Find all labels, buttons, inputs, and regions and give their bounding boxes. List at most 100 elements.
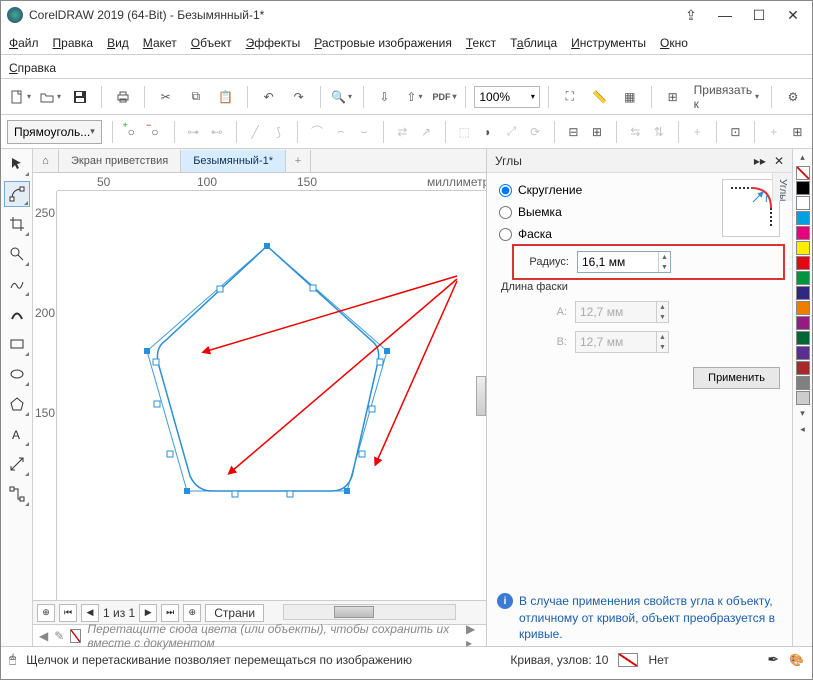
document-palette[interactable]: ◀ ✎ Перетащите сюда цвета (или объекты),… — [33, 624, 486, 646]
page-prev-button[interactable]: ◀ — [81, 604, 99, 622]
reflect-h-icon[interactable]: ⇆ — [626, 120, 644, 144]
extend-icon[interactable]: ↗ — [417, 120, 435, 144]
radio-scallop[interactable] — [499, 206, 512, 219]
color-swatch-6[interactable] — [796, 271, 810, 285]
page-add2-button[interactable]: ⊕ — [183, 604, 201, 622]
new-button[interactable] — [7, 84, 33, 110]
shape-tool[interactable] — [4, 181, 30, 207]
apply-button[interactable]: Применить — [693, 367, 780, 389]
menu-view[interactable]: Вид — [107, 36, 129, 50]
node-delete-icon[interactable]: ○− — [146, 120, 164, 144]
docker-close-icon[interactable]: ✕ — [774, 154, 784, 168]
menu-table[interactable]: Таблица — [510, 36, 557, 50]
cusp-icon[interactable]: ⌒ — [308, 120, 326, 144]
canvas-scroll-handle[interactable] — [476, 376, 486, 416]
drawing-canvas[interactable] — [57, 191, 486, 600]
ruler-vertical[interactable]: 250 200 150 — [33, 191, 57, 600]
menu-effects[interactable]: Эффекты — [246, 36, 301, 50]
color-swatch-8[interactable] — [796, 301, 810, 315]
to-curve-icon[interactable]: ⟆ — [270, 120, 288, 144]
maximize-button[interactable]: ☐ — [746, 6, 772, 24]
artistic-media-tool[interactable] — [4, 301, 30, 327]
color-swatch-0[interactable] — [796, 181, 810, 195]
page-first-button[interactable]: ⏮ — [59, 604, 77, 622]
tab-add[interactable]: + — [286, 150, 311, 172]
undo-button[interactable]: ↶ — [256, 84, 282, 110]
menu-file[interactable]: Файл — [9, 36, 39, 50]
palette-up-icon[interactable]: ▴ — [800, 149, 805, 165]
radio-fillet[interactable] — [499, 184, 512, 197]
stretch-icon[interactable]: ⤢ — [503, 120, 521, 144]
color-swatch-13[interactable] — [796, 376, 810, 390]
cloud-icon[interactable]: ⇪ — [678, 6, 704, 24]
color-swatch-4[interactable] — [796, 241, 810, 255]
cut-button[interactable]: ✂ — [153, 84, 179, 110]
close-button[interactable]: ✕ — [780, 6, 806, 24]
tab-home-icon[interactable]: ⌂ — [33, 150, 59, 172]
ruler-horizontal[interactable]: 50 100 150 миллиметры — [57, 173, 486, 191]
page-tab-1[interactable]: Страни — [205, 604, 264, 622]
extract-icon[interactable]: ⬚ — [456, 120, 474, 144]
status-outline-icon[interactable]: ✒ — [767, 651, 779, 668]
page-last-button[interactable]: ⏭ — [161, 604, 179, 622]
menu-window[interactable]: Окно — [660, 36, 688, 50]
color-swatch-5[interactable] — [796, 256, 810, 270]
page-add-button[interactable]: ⊕ — [37, 604, 55, 622]
reverse-icon[interactable]: ⇄ — [394, 120, 412, 144]
tab-document[interactable]: Безымянный-1* — [181, 150, 286, 172]
palette-flyout-icon[interactable]: ◂ — [800, 421, 805, 437]
color-swatch-9[interactable] — [796, 316, 810, 330]
symm-icon[interactable]: ⌣ — [355, 120, 373, 144]
status-palette-icon[interactable]: 🎨 — [789, 653, 804, 667]
minimize-button[interactable]: — — [712, 6, 738, 24]
reflect-v-icon[interactable]: ⇅ — [650, 120, 668, 144]
page-next-button[interactable]: ▶ — [139, 604, 157, 622]
smooth-icon[interactable]: ⌢ — [332, 120, 350, 144]
options-button[interactable]: ⚙ — [780, 84, 806, 110]
rectangle-tool[interactable] — [4, 331, 30, 357]
radio-chamfer[interactable] — [499, 228, 512, 241]
menu-tools[interactable]: Инструменты — [571, 36, 646, 50]
grid-button[interactable]: ▦ — [617, 84, 643, 110]
status-fill-swatch[interactable] — [618, 653, 638, 667]
rotate-icon[interactable]: ⟳ — [526, 120, 544, 144]
tab-welcome[interactable]: Экран приветствия — [59, 150, 181, 172]
docker-collapse-icon[interactable]: ▸▸ — [754, 154, 766, 168]
menu-text[interactable]: Текст — [466, 36, 496, 50]
zoom-combo[interactable]: 100%▾ — [474, 86, 540, 108]
save-button[interactable] — [67, 84, 93, 110]
swatch-none[interactable] — [796, 166, 810, 180]
snap-button[interactable]: Привязать к — [690, 84, 763, 110]
bbox-icon[interactable]: ⊞ — [789, 120, 807, 144]
align-nodes-v-icon[interactable]: ⊞ — [588, 120, 606, 144]
reduce-nodes-icon[interactable]: + — [765, 120, 783, 144]
crop-tool[interactable] — [4, 211, 30, 237]
print-button[interactable] — [110, 84, 136, 110]
redo-button[interactable]: ↷ — [286, 84, 312, 110]
freehand-tool[interactable] — [4, 271, 30, 297]
palette-down-icon[interactable]: ▾ — [800, 405, 805, 421]
menu-object[interactable]: Объект — [191, 36, 232, 50]
color-swatch-14[interactable] — [796, 391, 810, 405]
color-swatch-1[interactable] — [796, 196, 810, 210]
polygon-tool[interactable] — [4, 391, 30, 417]
color-swatch-10[interactable] — [796, 331, 810, 345]
radius-input[interactable]: 16,1 мм ▲▼ — [577, 251, 671, 273]
rulers-button[interactable]: 📏 — [587, 84, 613, 110]
select-all-nodes-icon[interactable]: ⊡ — [727, 120, 745, 144]
import-button[interactable]: ⇩ — [371, 84, 397, 110]
paste-button[interactable]: 📋 — [213, 84, 239, 110]
menu-help[interactable]: Справка — [9, 61, 56, 75]
node-break-icon[interactable]: ⊷ — [208, 120, 226, 144]
shape-curve[interactable] — [157, 246, 378, 491]
parallel-dim-tool[interactable] — [4, 451, 30, 477]
node-add-icon[interactable]: ○+ — [123, 120, 141, 144]
export-button[interactable]: ⇧ — [401, 84, 427, 110]
align-nodes-h-icon[interactable]: ⊟ — [565, 120, 583, 144]
search-button[interactable]: 🔍 — [329, 84, 355, 110]
copy-button[interactable]: ⧉ — [183, 84, 209, 110]
menu-bitmaps[interactable]: Растровые изображения — [314, 36, 452, 50]
eyedropper-icon[interactable]: ✎ — [54, 629, 64, 643]
publish-pdf-button[interactable]: PDF — [431, 84, 457, 110]
elastic-icon[interactable]: + — [688, 120, 706, 144]
